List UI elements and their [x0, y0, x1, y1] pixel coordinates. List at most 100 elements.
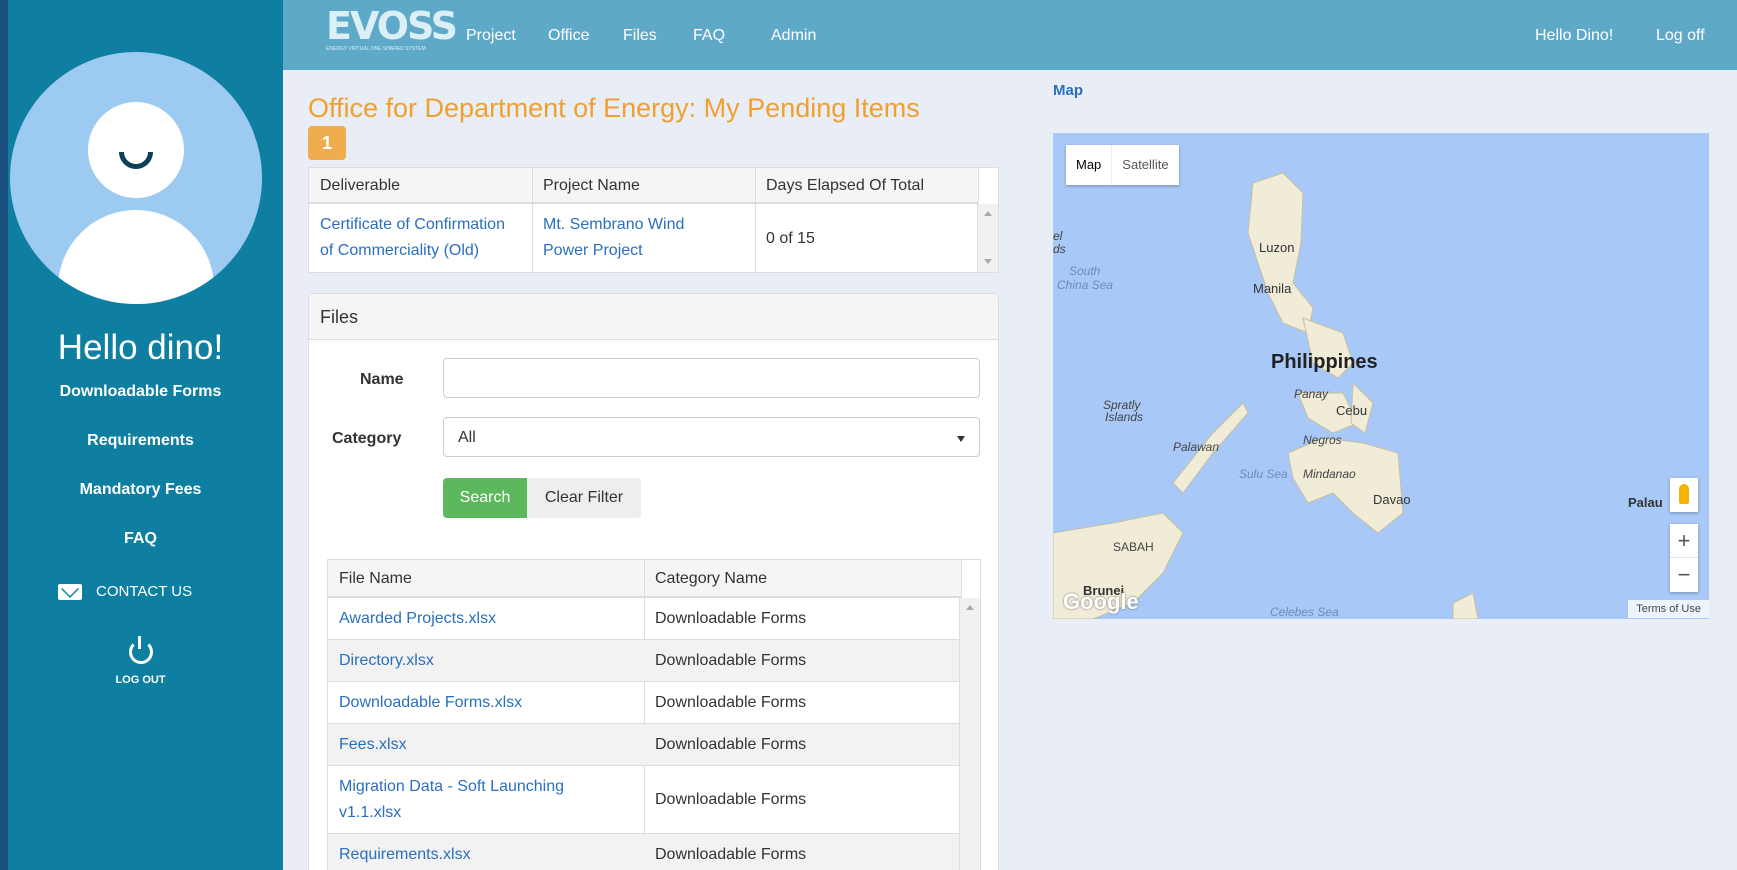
- header-days-elapsed: Days Elapsed Of Total: [766, 177, 925, 194]
- avatar-smile: [119, 152, 153, 169]
- deliverable-line-1: Certificate of Confirmation: [320, 216, 505, 233]
- logo-text: EVOSS: [326, 4, 458, 48]
- file-link[interactable]: Fees.xlsx: [339, 736, 407, 754]
- page-title: Office for Department of Energy: My Pend…: [308, 93, 920, 123]
- nav-files[interactable]: Files: [623, 27, 657, 45]
- file-link-line-2: v1.1.xlsx: [339, 804, 402, 821]
- map-place-edge: ds: [1053, 242, 1066, 256]
- logout-label: LOG OUT: [115, 674, 166, 686]
- sidebar: Hello dino! Downloadable Forms Requireme…: [8, 0, 283, 870]
- map-place-south-china-sea: South: [1069, 264, 1101, 278]
- table-row: Migration Data - Soft Launching v1.1.xls…: [328, 766, 961, 834]
- contact-us-label: CONTACT US: [96, 583, 193, 600]
- zoom-in-button[interactable]: +: [1670, 524, 1698, 558]
- file-category: Downloadable Forms: [655, 694, 807, 711]
- map-place-south-china-sea: China Sea: [1057, 278, 1114, 292]
- terms-of-use-link[interactable]: Terms of Use: [1628, 600, 1709, 618]
- column-divider: [961, 560, 962, 598]
- nav-faq[interactable]: FAQ: [693, 27, 725, 45]
- table-row: Requirements.xlsx Downloadable Forms: [328, 834, 961, 870]
- file-link-line-1: Migration Data - Soft Launching: [339, 778, 565, 795]
- map-place-palau: Palau: [1628, 495, 1663, 510]
- column-divider: [532, 168, 533, 272]
- map-place-manila: Manila: [1253, 281, 1292, 296]
- project-line-2: Power Project: [543, 242, 643, 259]
- avatar-head: [88, 102, 184, 198]
- column-divider: [978, 168, 979, 204]
- column-divider: [755, 168, 756, 272]
- project-name-link[interactable]: Mt. Sembrano Wind Power Project: [543, 216, 684, 260]
- files-panel: Files Name Category All Search Clear Fil…: [308, 293, 999, 870]
- header-category-name: Category Name: [655, 570, 768, 587]
- header-file-name: File Name: [339, 570, 412, 587]
- category-selected-value: All: [458, 429, 476, 446]
- table-row: Awarded Projects.xlsx Downloadable Forms: [328, 598, 961, 640]
- file-link[interactable]: Migration Data - Soft Launching v1.1.xls…: [339, 778, 564, 822]
- table-row: Fees.xlsx Downloadable Forms: [328, 724, 961, 766]
- zoom-control: + −: [1670, 524, 1698, 592]
- files-table-scrollbar[interactable]: [959, 598, 980, 870]
- map-place-sulu-sea: Sulu Sea: [1239, 467, 1288, 481]
- file-category: Downloadable Forms: [655, 736, 807, 753]
- file-category: Downloadable Forms: [655, 652, 807, 669]
- file-category: Downloadable Forms: [655, 846, 807, 863]
- project-line-1: Mt. Sembrano Wind: [543, 216, 685, 233]
- map-place-edge: el: [1053, 229, 1063, 243]
- map-place-panay: Panay: [1294, 387, 1329, 401]
- map-place-sabah: SABAH: [1113, 540, 1154, 554]
- top-navbar: EVOSS ENERGY VIRTUAL ONE SHARED SYSTEM P…: [283, 0, 1737, 70]
- chevron-down-icon: [957, 436, 965, 442]
- sidebar-link-faq[interactable]: FAQ: [8, 530, 273, 548]
- map-place-cebu: Cebu: [1336, 403, 1368, 418]
- files-panel-title: Files: [309, 294, 998, 340]
- app-frame: Hello dino! Downloadable Forms Requireme…: [8, 0, 1737, 870]
- sulawesi-land: [1452, 592, 1479, 619]
- clear-filter-button[interactable]: Clear Filter: [527, 478, 641, 518]
- mail-icon: [58, 583, 82, 600]
- contact-us-link[interactable]: CONTACT US: [58, 583, 192, 600]
- nav-project[interactable]: Project: [466, 27, 516, 45]
- map-widget[interactable]: Map Satellite el ds Luzon South China Se…: [1053, 133, 1709, 619]
- pending-table-scrollbar[interactable]: [977, 204, 998, 272]
- name-input[interactable]: [443, 358, 980, 398]
- mindanao-land: [1287, 437, 1404, 534]
- file-link[interactable]: Directory.xlsx: [339, 652, 434, 670]
- map-place-palawan: Palawan: [1173, 440, 1220, 454]
- deliverable-link[interactable]: Certificate of Confirmation of Commercia…: [320, 216, 505, 260]
- sidebar-link-downloadable-forms[interactable]: Downloadable Forms: [8, 383, 273, 401]
- power-icon: [128, 636, 153, 664]
- file-link[interactable]: Downloadable Forms.xlsx: [339, 694, 522, 712]
- name-label: Name: [360, 371, 404, 388]
- logout-link[interactable]: LOG OUT: [8, 636, 273, 686]
- file-link[interactable]: Awarded Projects.xlsx: [339, 610, 496, 628]
- category-select[interactable]: All: [443, 417, 980, 457]
- days-elapsed-value: 0 of 15: [766, 230, 815, 247]
- zoom-out-button[interactable]: −: [1670, 558, 1698, 592]
- map-place-davao: Davao: [1373, 492, 1411, 507]
- map-label: Map: [1053, 82, 1083, 99]
- header-project-name: Project Name: [543, 177, 640, 194]
- map-type-satellite-button[interactable]: Satellite: [1111, 145, 1178, 185]
- scroll-up-icon[interactable]: [966, 605, 974, 610]
- scroll-up-icon[interactable]: [984, 211, 992, 216]
- map-type-control: Map Satellite: [1066, 145, 1179, 185]
- map-place-philippines: Philippines: [1271, 351, 1378, 373]
- sidebar-link-requirements[interactable]: Requirements: [8, 432, 273, 450]
- evoss-logo[interactable]: EVOSS ENERGY VIRTUAL ONE SHARED SYSTEM: [326, 4, 458, 52]
- search-button[interactable]: Search: [443, 478, 527, 518]
- nav-logoff[interactable]: Log off: [1656, 27, 1705, 45]
- nav-user-greeting[interactable]: Hello Dino!: [1535, 27, 1613, 45]
- nav-office[interactable]: Office: [548, 27, 590, 45]
- avatar-body: [58, 210, 214, 304]
- map-type-map-button[interactable]: Map: [1066, 145, 1111, 185]
- map-place-celebes-sea: Celebes Sea: [1270, 605, 1339, 619]
- deliverable-line-2: of Commerciality (Old): [320, 242, 480, 259]
- scroll-down-icon[interactable]: [984, 259, 992, 264]
- nav-admin[interactable]: Admin: [771, 27, 816, 45]
- category-label: Category: [332, 430, 402, 447]
- sidebar-link-mandatory-fees[interactable]: Mandatory Fees: [8, 481, 273, 499]
- street-view-pegman-icon[interactable]: [1670, 478, 1698, 512]
- file-link[interactable]: Requirements.xlsx: [339, 846, 471, 864]
- sidebar-greeting: Hello dino!: [57, 328, 224, 367]
- map-place-negros: Negros: [1303, 433, 1342, 447]
